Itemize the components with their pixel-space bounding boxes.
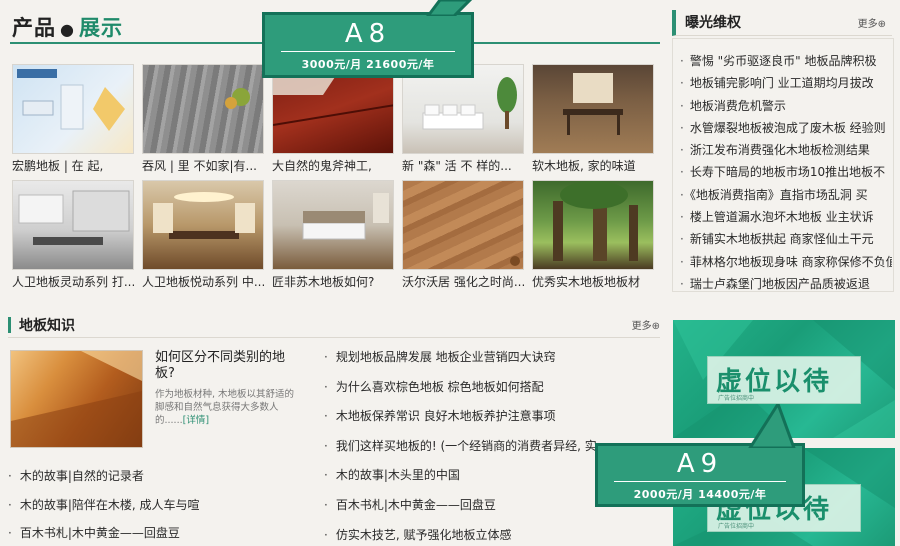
exposure-more-link[interactable]: 更多⊕ — [858, 15, 886, 30]
ad-code: A8 — [344, 19, 392, 49]
kitchen-room-icon — [18, 190, 130, 245]
ad-slot-small-text: 广告位招商中 — [718, 523, 755, 530]
list-item[interactable]: 新铺实木地板拱起 商家怪仙土干元 — [680, 228, 892, 250]
callout-pointer-icon — [426, 0, 473, 16]
ad-slot-small-text: 广告位招商中 — [718, 395, 755, 402]
featured-article-desc: 作为地板材种, 木地板以其舒适的脚感和自然气息获得大多数人的......[详情] — [155, 388, 295, 427]
knowledge-header: 地板知识 更多⊕ — [8, 312, 660, 338]
product-card[interactable]: 沃尔沃居 强化之时尚... — [402, 180, 526, 290]
ad-price: 2000元/月 14400元/年 — [633, 488, 767, 501]
exposure-list: 警惕 "劣币驱逐良币" 地板品牌积极 地板铺完影响门 业工道期均月拔改 地板消费… — [680, 50, 892, 295]
knowledge-more-link[interactable]: 更多⊕ — [632, 317, 660, 332]
product-card[interactable]: 宏鹏地板 | 在 起, — [12, 64, 136, 174]
product-card[interactable]: 软木地板, 家的味道 — [532, 64, 656, 174]
callout-pointer-icon — [748, 404, 796, 448]
callout-divider — [614, 481, 786, 482]
product-card[interactable]: 吞风 | 里 不如家|有... — [142, 64, 266, 174]
product-image[interactable] — [532, 64, 654, 154]
exposure-header: 曝光维权 更多⊕ — [672, 10, 892, 36]
product-caption[interactable]: 沃尔沃居 强化之时尚... — [402, 273, 524, 290]
product-section-title[interactable]: 产品 ● 展示 — [12, 12, 123, 42]
list-item[interactable]: 地板消费危机警示 — [680, 95, 892, 117]
ad-price: 3000元/月 21600元/年 — [301, 58, 435, 71]
grey-wood-planks-icon — [225, 88, 250, 109]
product-grid: 宏鹏地板 | 在 起, 吞风 | 里 不如家|有... 大自然的鬼斧神工, 新 … — [12, 64, 662, 294]
list-item[interactable]: 仿实木技艺, 赋予强化地板立体感 — [324, 525, 664, 546]
forest-trees-icon — [553, 181, 638, 261]
product-caption[interactable]: 人卫地板灵动系列 打... — [12, 273, 134, 290]
room-photo-1-icon — [17, 69, 125, 131]
list-item[interactable]: 警惕 "劣币驱逐良币" 地板品牌积极 — [680, 50, 892, 72]
product-caption[interactable]: 匠非苏木地板如何? — [272, 273, 394, 290]
list-item[interactable]: 木的故事|陪伴在木楼, 成人车与喧 — [8, 495, 308, 524]
product-image[interactable] — [532, 180, 654, 270]
dining-hall-icon — [153, 192, 255, 239]
ad-placeholder-card[interactable]: 虚位以待 广告位招商中 — [707, 356, 861, 404]
list-item[interactable]: 地板铺完影响门 业工道期均月拔改 — [680, 72, 892, 94]
list-item[interactable]: 《地板消费指南》直指市场乱洞 买 — [680, 184, 892, 206]
list-item[interactable]: 规划地板品牌发展 地板企业营销四大诀窍 — [324, 347, 664, 377]
product-caption[interactable]: 软木地板, 家的味道 — [532, 157, 654, 174]
product-image[interactable] — [12, 64, 134, 154]
callout-divider — [281, 51, 455, 52]
product-image[interactable] — [12, 180, 134, 270]
product-image[interactable] — [272, 180, 394, 270]
ad-code: A9 — [676, 449, 724, 479]
featured-article-image[interactable] — [10, 350, 143, 448]
product-image[interactable] — [142, 180, 264, 270]
title-part-1: 产品 — [12, 16, 56, 40]
product-card[interactable]: 大自然的鬼斧神工, — [272, 64, 396, 174]
red-wood-floor-icon — [273, 65, 393, 126]
featured-article-title[interactable]: 如何区分不同类别的地板? — [155, 350, 290, 382]
product-card[interactable]: 匠非苏木地板如何? — [272, 180, 396, 290]
list-item[interactable]: 为什么喜欢棕色地板 棕色地板如何搭配 — [324, 377, 664, 407]
list-item[interactable]: 木的故事|自然的记录者 — [8, 466, 308, 495]
list-item[interactable]: 浙江发布消费强化木地板检测结果 — [680, 139, 892, 161]
product-caption[interactable]: 新 "森" 活 不 样的... — [402, 157, 524, 174]
list-item[interactable]: 水管爆裂地板被泡成了废木板 经验则 — [680, 117, 892, 139]
product-caption[interactable]: 大自然的鬼斧神工, — [272, 157, 394, 174]
product-card[interactable]: 新 "森" 活 不 样的... — [402, 64, 526, 174]
dining-room-wood-icon — [563, 73, 623, 135]
knowledge-list-left: 木的故事|自然的记录者 木的故事|陪伴在木楼, 成人车与喧 百木书札|木中黄金—… — [8, 466, 308, 546]
wood-floor-photo-icon — [11, 351, 142, 447]
ad-price-callout-a9: A9 2000元/月 14400元/年 — [595, 443, 805, 507]
product-image[interactable] — [402, 180, 524, 270]
detail-link[interactable]: [详情] — [183, 415, 209, 426]
exposure-title[interactable]: 曝光维权 — [685, 12, 741, 32]
list-item[interactable]: 菲林格尔地板现身味 商家称保修不负值 — [680, 251, 892, 273]
product-caption[interactable]: 人卫地板悦动系列 中... — [142, 273, 264, 290]
product-image[interactable] — [142, 64, 264, 154]
bedroom-wood-icon — [302, 193, 389, 240]
white-living-room-icon — [422, 77, 517, 130]
list-item[interactable]: 木地板保养常识 良好木地板养护注意事项 — [324, 406, 664, 436]
product-card[interactable]: 人卫地板悦动系列 中... — [142, 180, 266, 290]
section-accent-bar — [8, 317, 11, 333]
product-caption[interactable]: 宏鹏地板 | 在 起, — [12, 157, 134, 174]
title-part-2: 展示 — [78, 16, 123, 40]
product-card[interactable]: 优秀实木地板地板材 — [532, 180, 656, 290]
ad-price-callout-a8: A8 3000元/月 21600元/年 — [262, 12, 474, 78]
list-item[interactable]: 百木书札|木中黄金——回盘豆 — [8, 523, 308, 546]
list-item[interactable]: 瑞士卢森堡门地板因产品质被返退 — [680, 273, 892, 295]
knowledge-title[interactable]: 地板知识 — [19, 315, 75, 335]
list-item[interactable]: 楼上管道漏水泡坏木地板 业主状诉 — [680, 206, 892, 228]
featured-desc-text: 作为地板材种, 木地板以其舒适的脚感和自然气息获得大多数人的...... — [155, 389, 295, 426]
list-item[interactable]: 长寿下暗局的地板市场10推出地板不 — [680, 161, 892, 183]
product-card[interactable]: 人卫地板灵动系列 打... — [12, 180, 136, 290]
product-caption[interactable]: 优秀实木地板地板材 — [532, 273, 654, 290]
title-dot: ● — [60, 20, 75, 39]
oak-texture-icon — [510, 256, 520, 266]
product-caption[interactable]: 吞风 | 里 不如家|有... — [142, 157, 264, 174]
